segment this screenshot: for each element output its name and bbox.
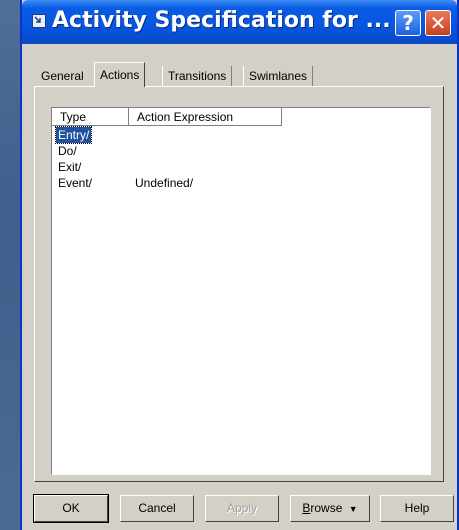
help-title-button[interactable]: ? <box>395 10 421 36</box>
tab-actions[interactable]: Actions <box>94 62 146 87</box>
expression-cell: Undefined/ <box>135 176 194 190</box>
apply-button[interactable]: Apply <box>205 495 279 522</box>
list-item[interactable]: Exit/ <box>52 159 412 175</box>
dialog-window: Activity Specification for ... ? ✕ Gener… <box>20 0 459 530</box>
window-title: Activity Specification for ... <box>52 8 391 33</box>
column-header-type[interactable]: Type <box>52 108 129 126</box>
cancel-button[interactable]: Cancel <box>120 495 194 522</box>
browse-label: rowse <box>310 501 343 515</box>
ok-button[interactable]: OK <box>33 494 109 523</box>
type-cell: Entry/ <box>54 126 93 144</box>
tab-strip: General Actions Transitions Swimlanes <box>36 62 444 87</box>
spec-icon <box>32 14 46 28</box>
title-bar[interactable]: Activity Specification for ... ? ✕ <box>22 0 457 44</box>
type-cell: Exit/ <box>58 160 82 174</box>
help-button[interactable]: Help <box>380 495 454 522</box>
type-cell: Event/ <box>58 176 93 190</box>
tab-swimlanes[interactable]: Swimlanes <box>243 66 314 86</box>
actions-panel: Type Action Expression Entry/ Do/ Exit/ … <box>34 86 444 482</box>
list-item[interactable]: Event/ Undefined/ <box>52 175 412 191</box>
list-item[interactable]: Entry/ <box>52 126 412 144</box>
type-cell: Do/ <box>58 144 77 158</box>
browse-button[interactable]: Browse ▼ <box>290 495 370 522</box>
tab-transitions[interactable]: Transitions <box>162 66 233 86</box>
column-header-action-expression[interactable]: Action Expression <box>129 108 282 126</box>
actions-list[interactable]: Type Action Expression Entry/ Do/ Exit/ … <box>51 107 431 475</box>
dropdown-arrow-icon: ▼ <box>348 504 358 514</box>
tab-general[interactable]: General <box>36 66 89 86</box>
list-item[interactable]: Do/ <box>52 143 412 159</box>
close-button[interactable]: ✕ <box>425 10 451 36</box>
